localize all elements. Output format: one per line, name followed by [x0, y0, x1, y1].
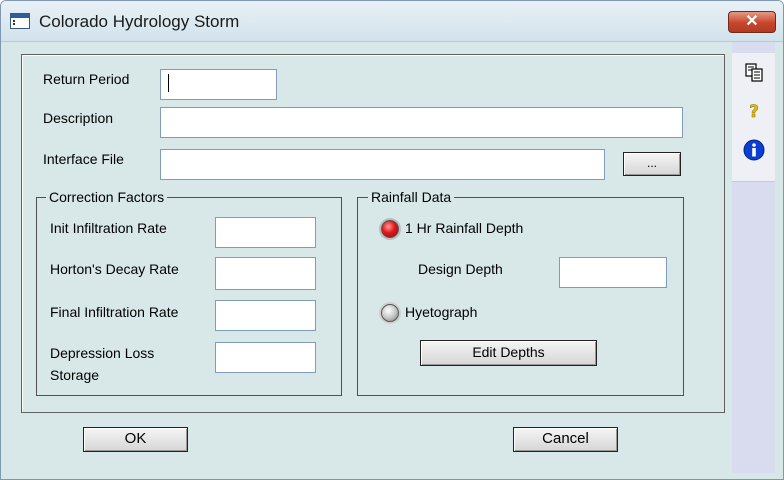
depression-loss-storage-input[interactable] — [215, 342, 316, 373]
interface-file-label: Interface File — [43, 151, 124, 167]
window-title: Colorado Hydrology Storm — [39, 12, 240, 31]
depression-loss-storage-label-line1: Depression Loss — [50, 345, 155, 361]
rainfall-data-title: Rainfall Data — [368, 189, 455, 205]
design-depth-label: Design Depth — [418, 261, 503, 277]
copy-icon[interactable] — [744, 62, 764, 82]
svg-text:?: ? — [749, 102, 759, 121]
description-input[interactable] — [160, 107, 683, 138]
dialog-client-area: Return Period Description Interface File… — [9, 42, 775, 473]
return-period-input[interactable] — [160, 69, 277, 100]
init-infiltration-rate-input[interactable] — [215, 217, 316, 248]
design-depth-input[interactable] — [559, 257, 667, 288]
one-hr-rainfall-radio[interactable] — [381, 220, 399, 238]
final-infiltration-rate-label: Final Infiltration Rate — [50, 304, 179, 320]
return-period-label: Return Period — [43, 71, 130, 87]
window-icon — [10, 13, 30, 29]
edit-depths-button[interactable]: Edit Depths — [420, 340, 597, 366]
ok-button[interactable]: OK — [83, 427, 188, 452]
hortons-decay-rate-label: Horton's Decay Rate — [50, 261, 179, 277]
cancel-button[interactable]: Cancel — [513, 427, 618, 452]
side-toolbar: ? — [732, 42, 775, 473]
title-bar[interactable]: Colorado Hydrology Storm ✕ — [1, 1, 783, 42]
depression-loss-storage-label-line2: Storage — [50, 367, 100, 383]
close-button[interactable]: ✕ — [728, 11, 776, 33]
hortons-decay-rate-input[interactable] — [215, 257, 316, 290]
side-toolbar-icons: ? — [732, 53, 775, 182]
correction-factors-title: Correction Factors — [46, 189, 168, 205]
text-caret — [168, 74, 169, 92]
hyetograph-radio[interactable] — [381, 304, 399, 322]
storm-form-panel: Return Period Description Interface File… — [21, 54, 725, 413]
info-icon[interactable] — [743, 139, 765, 161]
interface-file-input[interactable] — [160, 149, 605, 180]
final-infiltration-rate-input[interactable] — [215, 300, 316, 331]
hyetograph-label[interactable]: Hyetograph — [405, 304, 477, 320]
browse-button[interactable]: ... — [623, 152, 681, 176]
dialog-window: Colorado Hydrology Storm ✕ Return Period… — [0, 0, 784, 480]
help-icon[interactable]: ? — [746, 101, 762, 121]
description-label: Description — [43, 110, 114, 126]
one-hr-rainfall-label[interactable]: 1 Hr Rainfall Depth — [405, 220, 523, 236]
init-infiltration-rate-label: Init Infiltration Rate — [50, 220, 167, 236]
